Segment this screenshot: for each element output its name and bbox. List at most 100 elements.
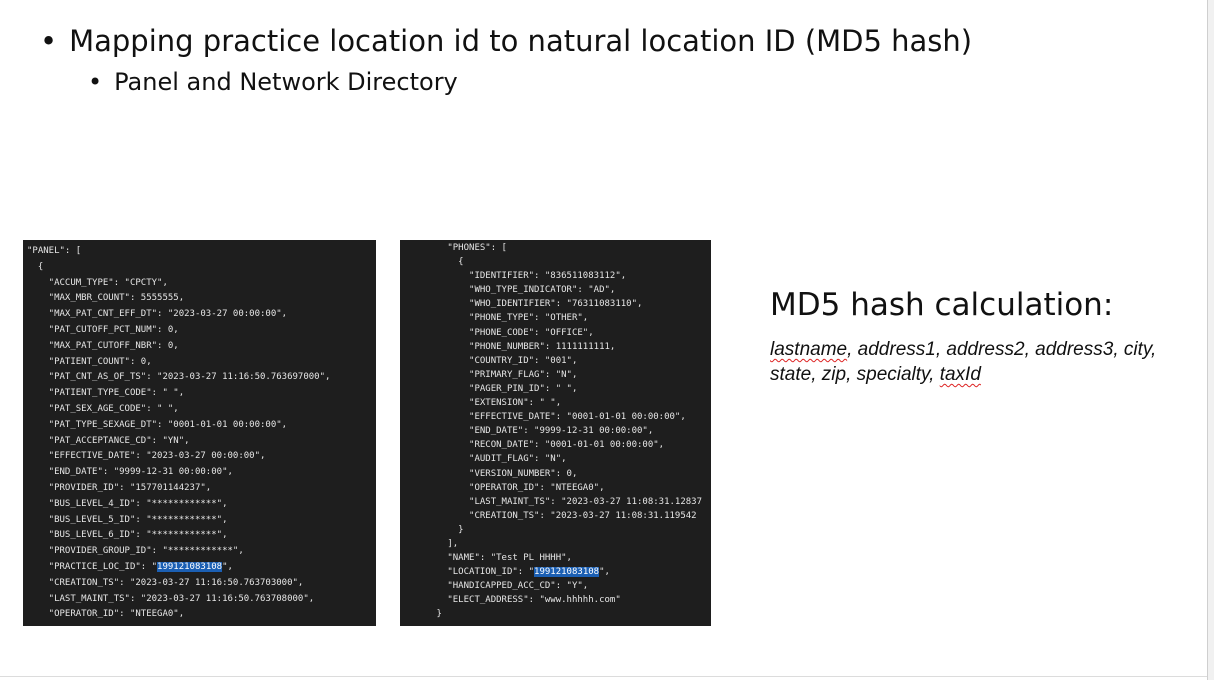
code-line: } [404, 607, 702, 621]
code-text: "PHONE_CODE": "OFFICE", [404, 327, 594, 338]
code-text: "CREATION_TS": "2023-03-27 11:08:31.1195… [404, 510, 697, 521]
code-text: "PHONE_TYPE": "OTHER", [404, 313, 589, 324]
code-text: "OPERATOR_ID": "NTEEGA0", [404, 482, 605, 493]
code-text: "MAX_MBR_COUNT": 5555555, [27, 293, 185, 304]
code-line: "WHO_TYPE_INDICATOR": "AD", [404, 283, 702, 297]
code-text: "PATIENT_TYPE_CODE": " ", [27, 388, 185, 399]
code-line: "PHONE_NUMBER": 1111111111, [404, 340, 702, 354]
code-line: "PANEL": [ [27, 244, 330, 260]
md5-field: specialty [856, 364, 930, 385]
md5-field: lastname [770, 339, 848, 360]
code-line: { [404, 255, 702, 269]
code-text: "PAT_TYPE_SEXAGE_DT": "0001-01-01 00:00:… [27, 419, 288, 430]
code-text: ", [222, 561, 233, 572]
main-bullet: • Mapping practice location id to natural… [40, 22, 972, 60]
md5-field: address3 [1035, 339, 1114, 360]
code-text: "COUNTRY_ID": "001", [404, 355, 578, 366]
code-line: "OPERATOR_ID": "NTEEGA0", [27, 607, 330, 623]
code-text: "HANDICAPPED_ACC_CD": "Y", [404, 581, 589, 592]
code-line: "OPERATOR_ID": "NTEEGA0", [404, 481, 702, 495]
code-text: "VERSION_NUMBER": 0, [404, 468, 578, 479]
code-text: "IDENTIFIER": "836511083112", [404, 271, 627, 282]
code-text: "LAST_MAINT_TS": "2023-03-27 11:08:31.12… [404, 496, 703, 507]
code-text: "EFFECTIVE_DATE": "0001-01-01 00:00:00", [404, 412, 686, 423]
bottom-divider [0, 676, 1207, 677]
code-line: "NAME": "Test PL HHHH", [404, 551, 702, 565]
code-line: "BUS_LEVEL_4_ID": "************", [27, 497, 330, 513]
code-text: "PHONE_NUMBER": 1111111111, [404, 341, 616, 352]
code-line: } [404, 523, 702, 537]
code-line: "AUDIT_FLAG": "N", [404, 452, 702, 466]
code-text: "PAT_ACCEPTANCE_CD": "YN", [27, 435, 190, 446]
code-text: "BUS_LEVEL_4_ID": "************", [27, 498, 228, 509]
code-line: "RECON_DATE": "0001-01-01 00:00:00", [404, 438, 702, 452]
code-line: "END_DATE": "9999-12-31 00:00:00", [27, 465, 330, 481]
bullet-dot: • [88, 68, 103, 96]
code-text: "BUS_LEVEL_5_ID": "************", [27, 514, 228, 525]
main-bullet-text: Mapping practice location id to natural … [69, 24, 973, 58]
code-text: "PRACTICE_LOC_ID": " [27, 561, 158, 572]
code-line: "PATIENT_COUNT": 0, [27, 355, 330, 371]
phones-json-lines: "PHONES": [ { "IDENTIFIER": "83651108311… [404, 241, 703, 622]
code-line: "LAST_MAINT_TS": "2023-03-27 11:08:31.12… [404, 495, 702, 509]
code-line: { [27, 260, 330, 276]
code-line: "PAT_ACCEPTANCE_CD": "YN", [27, 434, 330, 450]
code-text: "EXTENSION": " ", [404, 398, 562, 409]
code-line: "BUS_LEVEL_5_ID": "************", [27, 513, 330, 529]
code-line: "COUNTRY_ID": "001", [404, 354, 702, 368]
code-line: "PAGER_PIN_ID": " ", [404, 382, 702, 396]
code-text: "LAST_MAINT_TS": "2023-03-27 11:16:50.76… [27, 593, 315, 604]
md5-field: city [1123, 339, 1151, 360]
code-text: "NAME": "Test PL HHHH", [404, 553, 572, 564]
code-line: "IDENTIFIER": "836511083112", [404, 269, 702, 283]
code-text: "PAT_SEX_AGE_CODE": " ", [27, 403, 179, 414]
bullet-dot: • [40, 24, 58, 58]
code-text: "EFFECTIVE_DATE": "2023-03-27 00:00:00", [27, 451, 266, 462]
code-text: "PAT_CNT_AS_OF_TS": "2023-03-27 11:16:50… [27, 372, 331, 383]
code-text: "PRIMARY_FLAG": "N", [404, 369, 578, 380]
md5-title: MD5 hash calculation: [770, 287, 1114, 323]
code-text: ", [599, 567, 610, 578]
code-text: "END_DATE": "9999-12-31 00:00:00", [27, 467, 233, 478]
highlighted-location-id: 199121083108 [157, 561, 223, 572]
code-text: { [27, 261, 44, 272]
md5-field: zip [821, 364, 847, 385]
code-text: "RECON_DATE": "0001-01-01 00:00:00", [404, 440, 665, 451]
code-line: "CREATION_TS": "2023-03-27 11:08:31.1195… [404, 509, 702, 523]
code-line: "CREATION_TS": "2023-03-27 11:16:50.7637… [27, 576, 330, 592]
sub-bullet: • Panel and Network Directory [88, 66, 458, 98]
code-line: "PRIMARY_FLAG": "N", [404, 368, 702, 382]
code-text: "PAGER_PIN_ID": " ", [404, 383, 578, 394]
code-line: "PAT_CUTOFF_PCT_NUM": 0, [27, 323, 330, 339]
code-line: "PROVIDER_ID": "157701144237", [27, 481, 330, 497]
code-line: "HANDICAPPED_ACC_CD": "Y", [404, 579, 702, 593]
code-text: "PROVIDER_GROUP_ID": "************", [27, 546, 244, 557]
code-text: "END_DATE": "9999-12-31 00:00:00", [404, 426, 654, 437]
code-text: ], [404, 538, 459, 549]
code-line: "EFFECTIVE_DATE": "0001-01-01 00:00:00", [404, 410, 702, 424]
panel-json-screenshot: "PANEL": [ { "ACCUM_TYPE": "CPCTY", "MAX… [23, 240, 376, 626]
code-text: "WHO_TYPE_INDICATOR": "AD", [404, 285, 616, 296]
code-text: "PHONES": [ [404, 243, 507, 253]
md5-field: taxId [939, 364, 981, 385]
code-line: ], [404, 537, 702, 551]
code-line: "PAT_CNT_AS_OF_TS": "2023-03-27 11:16:50… [27, 370, 331, 386]
code-line: "PAT_SEX_AGE_CODE": " ", [27, 402, 330, 418]
code-line: "MAX_MBR_COUNT": 5555555, [27, 291, 330, 307]
code-line: "ACCUM_TYPE": "CPCTY", [27, 276, 330, 292]
code-text: "MAX_PAT_CNT_EFF_DT": "2023-03-27 00:00:… [27, 309, 288, 320]
code-line: "BUS_LEVEL_6_ID": "************", [27, 528, 330, 544]
code-line: "WHO_IDENTIFIER": "76311083110", [404, 297, 702, 311]
code-text: } [404, 609, 442, 620]
code-line: "EXTENSION": " ", [404, 396, 702, 410]
code-line: "MAX_PAT_CUTOFF_NBR": 0, [27, 339, 330, 355]
code-text: "PANEL": [ [27, 246, 82, 256]
code-text: "CREATION_TS": "2023-03-27 11:16:50.7637… [27, 577, 304, 588]
code-line: "ELECT_ADDRESS": "www.hhhhh.com" [404, 593, 702, 607]
code-line: "PRACTICE_LOC_ID": "199121083108", [27, 560, 330, 576]
code-line: "VERSION_NUMBER": 0, [404, 467, 702, 481]
phones-json-screenshot: "PHONES": [ { "IDENTIFIER": "83651108311… [400, 240, 711, 626]
code-text: "PROVIDER_ID": "157701144237", [27, 482, 212, 493]
code-line: "EFFECTIVE_DATE": "2023-03-27 00:00:00", [27, 449, 330, 465]
code-text: "MAX_PAT_CUTOFF_NBR": 0, [27, 340, 179, 351]
